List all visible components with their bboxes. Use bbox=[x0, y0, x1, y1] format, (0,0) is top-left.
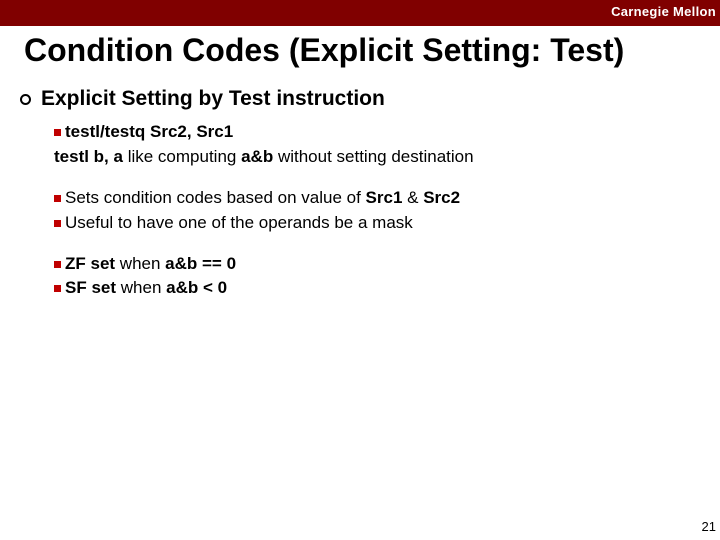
page-number: 21 bbox=[702, 519, 716, 534]
body-text: when bbox=[115, 254, 165, 273]
code-text: testl/testq Src2, Src1 bbox=[65, 122, 233, 141]
code-text: Src1 bbox=[366, 188, 403, 207]
slide-content: Explicit Setting by Test instruction tes… bbox=[20, 87, 700, 301]
ring-bullet-icon bbox=[20, 94, 31, 105]
square-bullet-icon bbox=[54, 220, 61, 227]
body-text: when bbox=[116, 278, 166, 297]
header-bar: Carnegie Mellon bbox=[0, 0, 720, 26]
square-bullet-icon bbox=[54, 129, 61, 136]
body-text: Sets condition codes based on value of bbox=[65, 188, 366, 207]
code-text: Src2 bbox=[423, 188, 460, 207]
code-text: ZF set bbox=[65, 254, 115, 273]
bullet-line: Sets condition codes based on value of S… bbox=[54, 187, 700, 210]
bullet-line: testl/testq Src2, Src1 bbox=[54, 121, 700, 144]
square-bullet-icon bbox=[54, 261, 61, 268]
slide-title: Condition Codes (Explicit Setting: Test) bbox=[24, 32, 708, 69]
bullet-line: Useful to have one of the operands be a … bbox=[54, 212, 700, 235]
square-bullet-icon bbox=[54, 285, 61, 292]
bullet-group-3: ZF set when a&b == 0 SF set when a&b < 0 bbox=[54, 253, 700, 301]
code-text: SF set bbox=[65, 278, 116, 297]
university-brand: Carnegie Mellon bbox=[611, 4, 716, 19]
code-text: a&b < 0 bbox=[166, 278, 227, 297]
section-heading-row: Explicit Setting by Test instruction bbox=[20, 87, 700, 111]
body-text: without setting destination bbox=[273, 147, 473, 166]
bullet-line: SF set when a&b < 0 bbox=[54, 277, 700, 300]
bullet-line: testl b, a like computing a&b without se… bbox=[54, 146, 700, 169]
code-text: a&b bbox=[241, 147, 273, 166]
code-text: a&b == 0 bbox=[165, 254, 236, 273]
bullet-group-1: testl/testq Src2, Src1 testl b, a like c… bbox=[54, 121, 700, 169]
bullet-line: ZF set when a&b == 0 bbox=[54, 253, 700, 276]
bullet-group-2: Sets condition codes based on value of S… bbox=[54, 187, 700, 235]
body-text: like computing bbox=[123, 147, 241, 166]
body-text: Useful to have one of the operands be a … bbox=[65, 213, 413, 232]
body-text: & bbox=[402, 188, 423, 207]
square-bullet-icon bbox=[54, 195, 61, 202]
code-text: testl b, a bbox=[54, 147, 123, 166]
section-heading: Explicit Setting by Test instruction bbox=[41, 87, 385, 111]
